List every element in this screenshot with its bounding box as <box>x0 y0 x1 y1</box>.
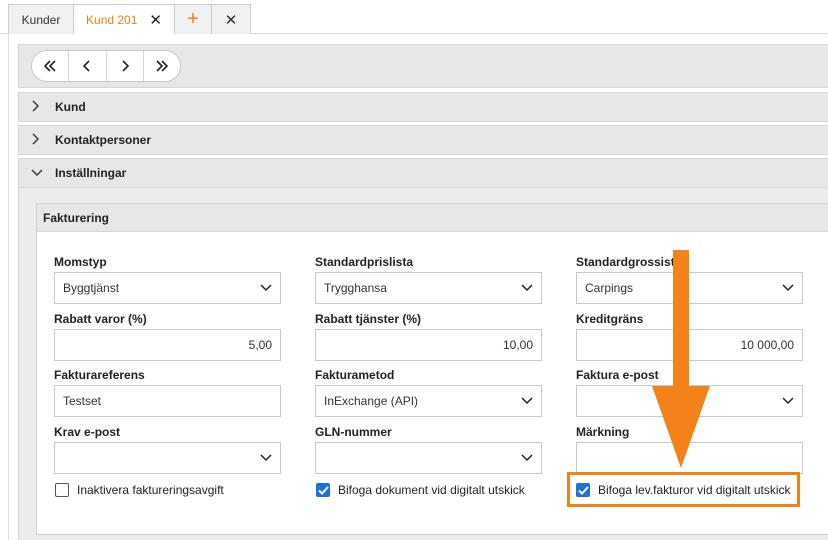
gln-nummer-label: GLN-nummer <box>315 425 392 439</box>
markning-label: Märkning <box>576 425 630 439</box>
checkbox-label: Bifoga dokument vid digitalt utskick <box>338 483 525 497</box>
fakturametod-value: InExchange (API) <box>324 394 419 408</box>
momstyp-value: Byggtjänst <box>63 281 120 295</box>
annotation-arrow-icon <box>652 250 710 468</box>
momstyp-label: Momstyp <box>54 255 107 269</box>
close-tab-icon[interactable]: ✕ <box>149 13 162 28</box>
close-all-tabs-button[interactable]: ✕ <box>211 4 251 34</box>
section-title: Inställningar <box>55 166 127 180</box>
fakturareferens-input[interactable]: Testset <box>54 385 281 417</box>
chevron-down-icon <box>519 454 533 462</box>
double-chevron-right-icon <box>156 60 169 72</box>
section-installningar[interactable]: Inställningar <box>18 158 828 188</box>
standardprislista-label: Standardprislista <box>315 255 414 269</box>
section-title: Kontaktpersoner <box>55 133 152 147</box>
checkbox-label: Inaktivera faktureringsavgift <box>77 483 224 497</box>
kreditgrans-value: 10 000,00 <box>740 338 794 352</box>
rabatt-varor-input[interactable]: 5,00 <box>54 329 281 361</box>
plus-icon: + <box>187 8 199 30</box>
bifoga-dokument-checkbox[interactable]: Bifoga dokument vid digitalt utskick <box>316 483 525 497</box>
rabatt-varor-value: 5,00 <box>248 338 272 352</box>
chevron-down-icon <box>31 166 47 180</box>
close-icon: ✕ <box>224 11 238 29</box>
standardprislista-select[interactable]: Trygghansa <box>315 272 542 304</box>
gln-nummer-select[interactable] <box>315 442 542 474</box>
section-title: Kund <box>55 100 86 114</box>
fakturametod-label: Fakturametod <box>315 368 395 382</box>
chevron-down-icon <box>780 397 794 405</box>
chevron-down-icon <box>258 454 272 462</box>
checkbox-checked-icon[interactable] <box>316 483 330 497</box>
fakturering-title: Fakturering <box>37 204 828 232</box>
rabatt-tjanster-input[interactable]: 10,00 <box>315 329 542 361</box>
tab-kund-201[interactable]: Kund 201 ✕ <box>73 4 175 35</box>
momstyp-select[interactable]: Byggtjänst <box>54 272 281 304</box>
krav-epost-label: Krav e-post <box>54 425 121 439</box>
section-kontaktpersoner[interactable]: Kontaktpersoner <box>18 125 828 155</box>
rabatt-tjanster-label: Rabatt tjänster (%) <box>315 312 422 326</box>
last-record-button[interactable] <box>144 51 180 81</box>
rabatt-tjanster-value: 10,00 <box>502 338 533 352</box>
chevron-right-icon <box>31 100 47 115</box>
record-navigation-bar <box>18 44 828 88</box>
tab-bar: Kunder Kund 201 ✕ + ✕ <box>0 0 828 35</box>
fakturareferens-label: Fakturareferens <box>54 368 145 382</box>
chevron-down-icon <box>780 284 794 292</box>
tab-kunder[interactable]: Kunder <box>8 4 74 34</box>
kreditgrans-label: Kreditgräns <box>576 312 644 326</box>
chevron-down-icon <box>519 284 533 292</box>
inaktivera-faktureringsavgift-checkbox[interactable]: Inaktivera faktureringsavgift <box>55 483 224 497</box>
standardprislista-value: Trygghansa <box>324 281 387 295</box>
double-chevron-left-icon <box>43 60 56 72</box>
tab-label: Kunder <box>21 12 61 27</box>
checkbox-unchecked-icon[interactable] <box>55 483 69 497</box>
chevron-right-icon <box>122 60 129 72</box>
krav-epost-select[interactable] <box>54 442 281 474</box>
next-record-button[interactable] <box>107 51 144 81</box>
new-tab-button[interactable]: + <box>174 4 212 34</box>
previous-record-button[interactable] <box>69 51 107 81</box>
tab-label: Kund 201 <box>86 13 138 27</box>
annotation-highlight-box <box>567 472 800 507</box>
chevron-down-icon <box>258 284 272 292</box>
rabatt-varor-label: Rabatt varor (%) <box>54 312 147 326</box>
chevron-left-icon <box>83 60 90 72</box>
first-record-button[interactable] <box>32 51 70 81</box>
faktura-epost-label: Faktura e-post <box>576 368 659 382</box>
record-navigation-group <box>31 50 181 82</box>
fakturametod-select[interactable]: InExchange (API) <box>315 385 542 417</box>
fakturareferens-value: Testset <box>63 394 102 408</box>
chevron-down-icon <box>519 397 533 405</box>
section-kund[interactable]: Kund <box>18 92 828 122</box>
chevron-right-icon <box>31 133 47 148</box>
